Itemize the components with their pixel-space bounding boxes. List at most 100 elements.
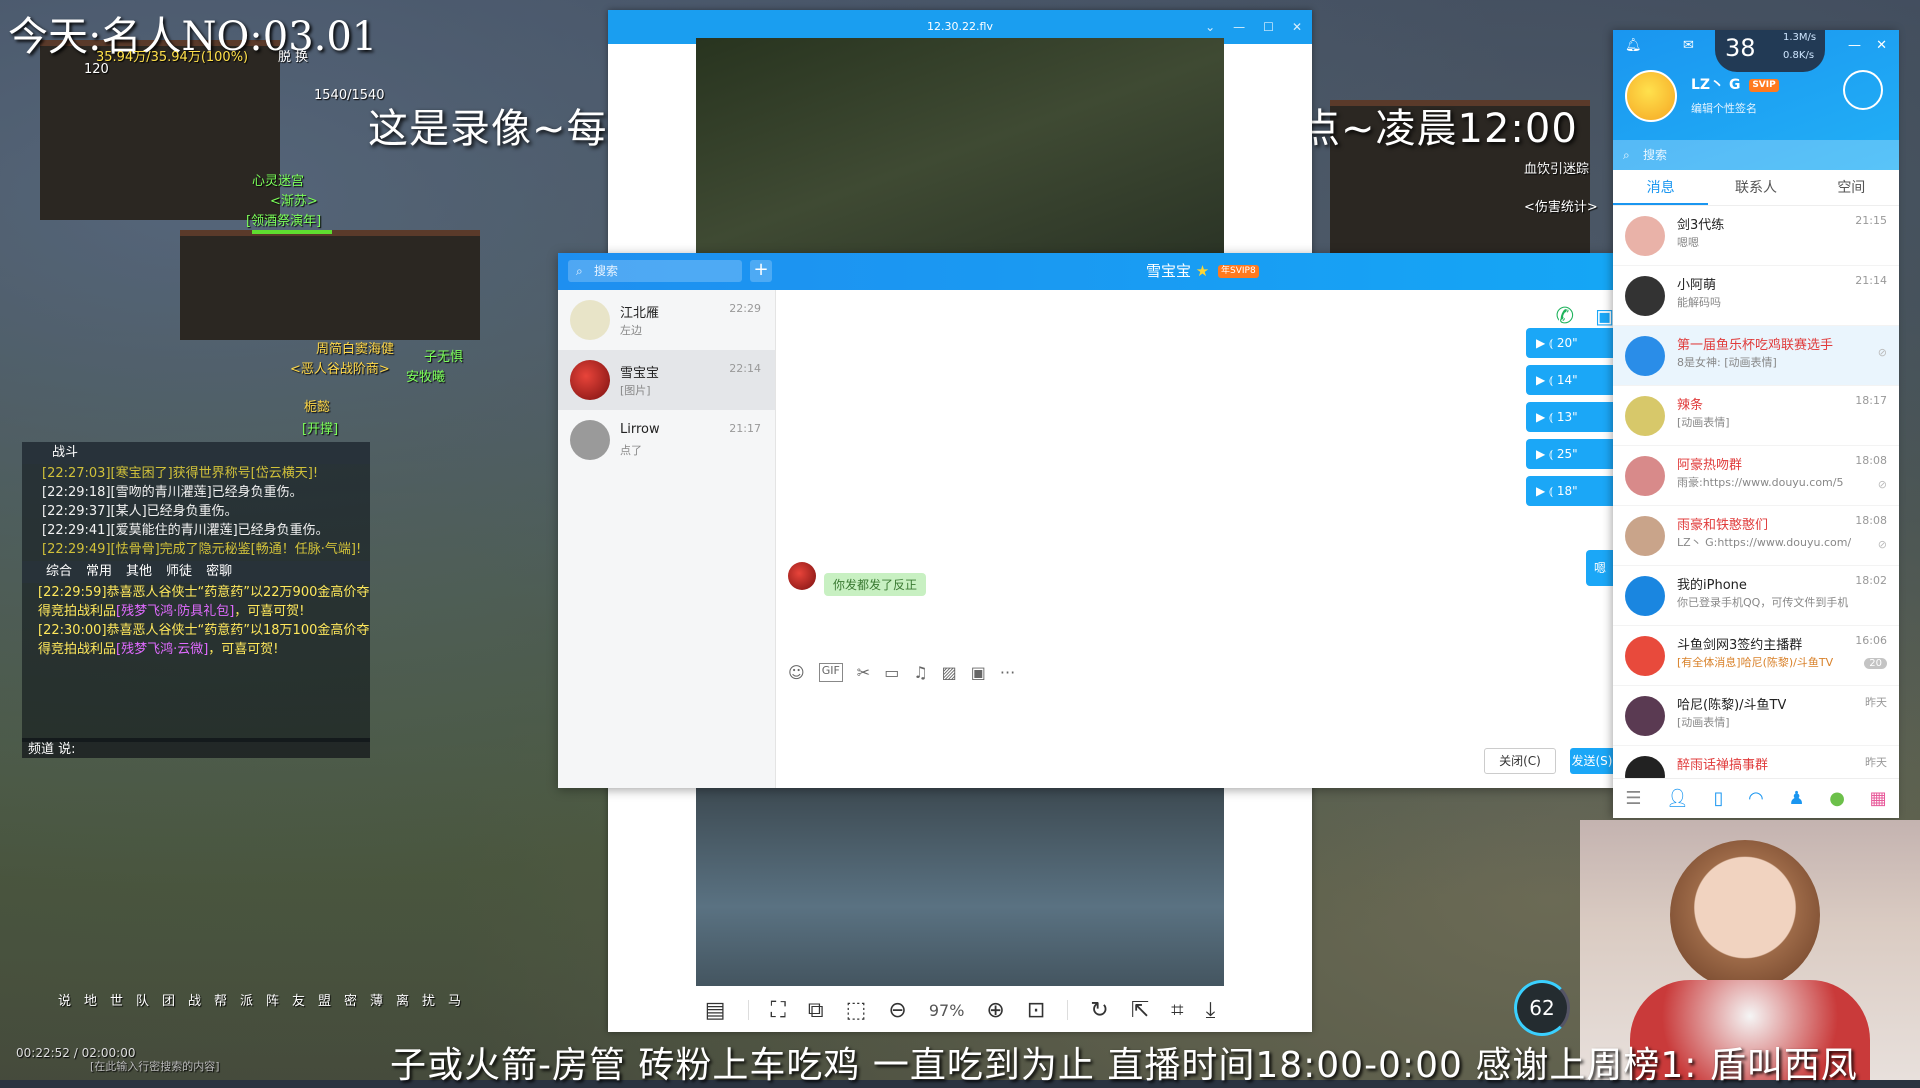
incoming-message: 你发都发了反正 [824, 573, 927, 596]
video-call-icon[interactable]: ▣ [1595, 304, 1614, 328]
game-icon[interactable]: ♟ [1789, 788, 1805, 809]
chat-input[interactable]: 频道 说: [22, 738, 370, 758]
zoom-out-icon[interactable]: ⊖ [888, 998, 906, 1023]
contact-item[interactable]: 辣条 [动画表情] 18:17 [1613, 386, 1899, 446]
npc-name[interactable]: 周简白窦海健 [316, 338, 394, 357]
zoom-in-icon[interactable]: ⊕ [986, 998, 1004, 1023]
fullscreen-icon[interactable]: ⬚ [846, 998, 867, 1023]
image-icon[interactable]: ▨ [942, 663, 957, 682]
npc-name[interactable]: 子无惧 [424, 346, 463, 365]
contact-item[interactable]: 小阿萌 能解码吗 21:14 [1613, 266, 1899, 326]
channel-button[interactable]: 队 [134, 990, 151, 1009]
weather-sun-icon[interactable] [1843, 70, 1883, 110]
contact-item[interactable]: 我的iPhone 你已登录手机QQ，可传文件到手机 18:02 [1613, 566, 1899, 626]
chat-search-input[interactable]: ⌕ 搜索 [568, 260, 742, 282]
npc-name[interactable]: 栀懿 [304, 396, 330, 415]
contact-item[interactable]: 雨豪和铁憨憨们 LZ丶 G:https://www.douyu.com/ 18:… [1613, 506, 1899, 566]
contact-item[interactable]: 哈尼(陈黎)/斗鱼TV [动画表情] 昨天 [1613, 686, 1899, 746]
contact-item[interactable]: 剑3代练 嗯嗯 21:15 [1613, 206, 1899, 266]
emoji-icon[interactable]: ☺ [788, 663, 805, 682]
close-button[interactable]: 关闭(C) [1484, 748, 1556, 774]
actual-size-icon[interactable]: ⊡ [1027, 998, 1045, 1023]
minimize-icon[interactable]: — [1233, 10, 1245, 44]
rotate-icon[interactable]: ↻ [1090, 998, 1108, 1023]
qq-search-input[interactable]: ⌕ 搜索 [1613, 140, 1899, 170]
share-icon[interactable]: ⇱ [1131, 998, 1149, 1023]
bell-icon[interactable]: 🔔︎ [1625, 38, 1642, 53]
combat-tab[interactable]: 战斗 [22, 442, 370, 464]
channel-button[interactable]: 薄 [368, 990, 385, 1009]
log-line: [22:29:41][爱莫能住的青川灈莲]已经身负重伤。 [22, 521, 370, 540]
voice-message[interactable]: ▶ ⦅ 18" [1526, 476, 1614, 506]
mail-icon[interactable]: ✉ [1683, 38, 1694, 53]
folder-icon[interactable]: ▭ [884, 663, 899, 682]
phone-icon[interactable]: ✆ [1556, 304, 1574, 329]
chat-item-link[interactable]: [残梦飞鸿·云微] [116, 642, 208, 657]
channel-button[interactable]: 马 [446, 990, 463, 1009]
channel-button[interactable]: 扰 [420, 990, 437, 1009]
avatar[interactable] [1625, 70, 1677, 122]
channel-button[interactable]: 离 [394, 990, 411, 1009]
channel-button[interactable]: 团 [160, 990, 177, 1009]
channel-button[interactable]: 盟 [316, 990, 333, 1009]
contact-item[interactable]: 斗鱼剑网3签约主播群 [有全体消息]哈尼(陈黎)/斗鱼TV 16:06 20 [1613, 626, 1899, 686]
music-icon[interactable]: ♫ [913, 663, 927, 682]
voice-message[interactable]: ▶ ⦅ 20" [1526, 328, 1614, 358]
app-icon[interactable]: ● [1829, 788, 1845, 809]
tab-messages[interactable]: 消息 [1613, 170, 1709, 205]
menu-icon[interactable]: ☰ [1625, 788, 1641, 809]
file-icon[interactable]: ▯ [1714, 788, 1724, 809]
send-button[interactable]: 发送(S) [1570, 748, 1614, 774]
conversation-item-active[interactable]: 雪宝宝 [图片] 22:14 [558, 350, 775, 410]
voice-message[interactable]: ▶ ⦅ 25" [1526, 439, 1614, 469]
channel-button[interactable]: 说 [56, 990, 73, 1009]
vip-badge: 年SVIP8 [1218, 265, 1259, 278]
minimize-icon[interactable]: — [1848, 38, 1861, 53]
add-button[interactable]: + [750, 260, 772, 282]
channel-button[interactable]: 友 [290, 990, 307, 1009]
conversation-item[interactable]: Lirrow 点了 21:17 [558, 410, 775, 470]
fit-icon[interactable]: ⛶ [771, 998, 786, 1023]
chat-item-link[interactable]: [残梦飞鸿·防具礼包] [116, 604, 234, 619]
damage-stats-button[interactable]: <伤害统计> [1524, 196, 1598, 215]
chat-tab[interactable]: 师徒 [166, 561, 192, 583]
screenshot-icon[interactable]: ✂ [857, 663, 870, 682]
channel-button[interactable]: 帮 [212, 990, 229, 1009]
contact-item[interactable]: 第一届鱼乐杯吃鸡联赛选手 8是女神: [动画表情] ⊘ [1613, 326, 1899, 386]
peer-name[interactable]: 雪宝宝 [1146, 262, 1191, 280]
voice-message[interactable]: ▶ ⦅ 13" [1526, 402, 1614, 432]
hp-action[interactable]: 脱 换 [278, 46, 308, 65]
add-friend-icon[interactable]: 👤︎ [1666, 788, 1689, 809]
more-icon[interactable]: ··· [1000, 663, 1015, 682]
channel-button[interactable]: 阵 [264, 990, 281, 1009]
conversation-item[interactable]: 江北雁 左边 22:29 [558, 290, 775, 350]
npc-name[interactable]: 心灵迷宫 [252, 170, 304, 189]
crop-icon[interactable]: ⌗ [1171, 998, 1183, 1023]
chat-tab[interactable]: 常用 [86, 561, 112, 583]
channel-button[interactable]: 战 [186, 990, 203, 1009]
chat-tab[interactable]: 其他 [126, 561, 152, 583]
qq-nickname[interactable]: LZ丶 G SVIP [1691, 74, 1779, 94]
channel-button[interactable]: 密 [342, 990, 359, 1009]
layout-icon[interactable]: ▤ [705, 998, 726, 1023]
channel-button[interactable]: 派 [238, 990, 255, 1009]
gif-icon[interactable]: GIF [818, 663, 843, 682]
channel-button[interactable]: 地 [82, 990, 99, 1009]
channel-button[interactable]: 世 [108, 990, 125, 1009]
download-icon[interactable]: ⤓ [1206, 998, 1216, 1023]
tab-contacts[interactable]: 联系人 [1708, 170, 1803, 205]
signature-field[interactable]: 编辑个性签名 [1691, 100, 1757, 116]
avatar[interactable] [788, 562, 816, 590]
contact-item[interactable]: 阿豪热吻群 雨豪:https://www.douyu.com/5 18:08 ⊘ [1613, 446, 1899, 506]
translate-icon[interactable]: ⧉ [808, 998, 824, 1023]
chat-tab[interactable]: 密聊 [206, 561, 232, 583]
live-icon[interactable]: ◠ [1748, 788, 1764, 809]
maximize-icon[interactable]: ☐ [1263, 10, 1274, 44]
voice-message[interactable]: ▶ ⦅ 14" [1526, 365, 1614, 395]
close-icon[interactable]: ✕ [1292, 10, 1302, 44]
screen-share-icon[interactable]: ▣ [971, 663, 986, 682]
tab-space[interactable]: 空间 [1804, 170, 1899, 205]
close-icon[interactable]: ✕ [1876, 38, 1887, 53]
chat-tab[interactable]: 综合 [46, 561, 72, 583]
app-manager-icon[interactable]: ▦ [1870, 788, 1887, 809]
